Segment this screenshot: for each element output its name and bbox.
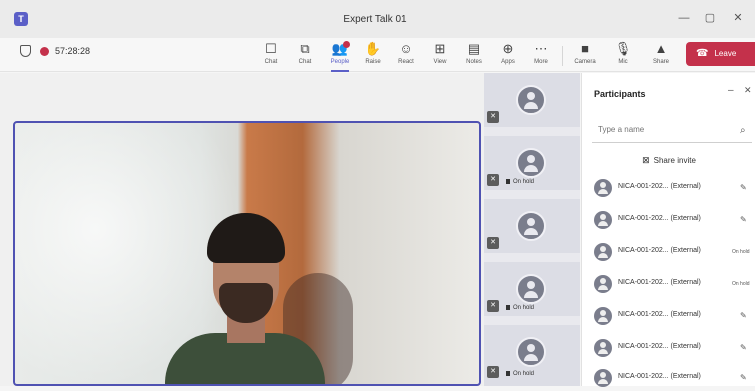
on-hold-label: On hold (506, 305, 534, 311)
view-icon: ⊞ (434, 41, 446, 56)
participant-status: ✎ (740, 373, 747, 382)
camera-icon: ■ (581, 41, 589, 56)
share-icon: ▲ (654, 41, 668, 56)
panel-close-icon[interactable]: ✕ (744, 85, 752, 96)
participant-row[interactable]: NICA-001-202... (External) ✎ (592, 209, 755, 233)
meeting-timer: 57:28:28 (55, 46, 91, 56)
panel-minimize-icon[interactable]: – (728, 85, 734, 96)
participant-tile[interactable]: ✕ (484, 73, 580, 131)
share-invite-button[interactable]: ⊠ Share invite (582, 155, 755, 166)
minimize-icon[interactable]: — (674, 10, 694, 26)
participant-status: On hold (732, 249, 750, 255)
on-hold-label: On hold (506, 371, 534, 377)
mic-off-icon: ✕ (487, 111, 499, 123)
mic-off-icon: ✕ (487, 174, 499, 186)
avatar-icon (516, 211, 546, 241)
toolbar-mic-button[interactable]: 🎙 Mic (608, 40, 638, 70)
mic-icon: 🎙 (614, 41, 632, 56)
participant-name: NICA-001-202... (External) (618, 215, 701, 222)
avatar-icon (594, 243, 612, 261)
search-input[interactable] (598, 125, 718, 134)
people-icon: 👥 (331, 41, 349, 56)
toolbar-share-button[interactable]: ▲ Share (646, 40, 676, 70)
close-icon[interactable]: ✕ (728, 10, 748, 26)
participant-video-person (165, 213, 353, 384)
participant-row[interactable]: NICA-001-202... (External) On hold (592, 273, 755, 297)
participant-name: NICA-001-202... (External) (618, 247, 701, 254)
avatar-icon (594, 275, 612, 293)
participant-tile[interactable]: ✕ (484, 199, 580, 257)
toolbar-divider (562, 46, 563, 66)
notification-badge (343, 41, 350, 48)
leave-button[interactable]: ☎ Leave (686, 42, 755, 66)
window-title: Expert Talk 01 (343, 14, 407, 25)
panel-title: Participants (594, 89, 646, 99)
avatar-icon (594, 211, 612, 229)
avatar-icon (516, 337, 546, 367)
more-icon: ⋯ (534, 41, 548, 56)
participant-status: ✎ (740, 183, 747, 192)
toolbar-raise-button[interactable]: ✋ Raise (358, 40, 388, 70)
toolbar-people-button[interactable]: 👥 People (325, 40, 355, 72)
avatar-icon (594, 369, 612, 387)
avatar-icon (594, 307, 612, 325)
chat-icon: ☐ (265, 41, 277, 56)
participant-tile[interactable]: ✕ On hold (484, 262, 580, 320)
participant-name: NICA-001-202... (External) (618, 373, 701, 380)
avatar-icon (516, 274, 546, 304)
toolbar-more-button[interactable]: ⋯ More (526, 40, 556, 70)
participant-status: On hold (732, 281, 750, 287)
mic-off-icon: ✕ (487, 237, 499, 249)
avatar-icon (594, 339, 612, 357)
mic-off-icon: ✕ (487, 300, 499, 312)
toolbar-apps-button[interactable]: ⊕ Apps (493, 40, 523, 70)
participant-row[interactable]: NICA-001-202... (External) ✎ (592, 337, 755, 361)
avatar-icon (594, 179, 612, 197)
participant-status: ✎ (740, 343, 747, 352)
toolbar-view-button[interactable]: ⊞ View (425, 40, 455, 70)
apps-icon: ⊕ (502, 41, 514, 56)
participants-panel: Participants – ✕ ⌕ ⊠Share invite NICA-00… (581, 73, 755, 387)
hand-icon: ✋ (364, 41, 382, 56)
participant-row[interactable]: NICA-001-202... (External) ✎ (592, 305, 755, 329)
avatar-icon (516, 85, 546, 115)
toolbar-chat-button[interactable]: ☐ Chat (256, 40, 286, 70)
main-video-feed[interactable] (13, 121, 481, 386)
participant-name: NICA-001-202... (External) (618, 183, 701, 190)
participant-tile[interactable]: ✕ On hold (484, 136, 580, 194)
recording-icon (40, 47, 49, 56)
on-hold-label: On hold (506, 179, 534, 185)
toolbar-react-button[interactable]: ☺ React (391, 40, 421, 70)
participant-name: NICA-001-202... (External) (618, 343, 701, 350)
participant-name: NICA-001-202... (External) (618, 279, 701, 286)
copy-icon: ⧉ (300, 41, 310, 56)
react-icon: ☺ (399, 41, 413, 56)
toolbar-notes-button[interactable]: ▤ Notes (459, 40, 489, 70)
participant-status: ✎ (740, 215, 747, 224)
toolbar-camera-button[interactable]: ■ Camera (570, 40, 600, 70)
phone-hangup-icon: ☎ (696, 48, 709, 59)
notes-icon: ▤ (467, 41, 481, 56)
search-icon[interactable]: ⌕ (740, 125, 746, 136)
participant-row[interactable]: NICA-001-202... (External) On hold (592, 241, 755, 265)
participant-tile[interactable]: ✕ On hold (484, 325, 580, 386)
teams-logo-icon: T (14, 12, 28, 26)
participant-name: NICA-001-202... (External) (618, 311, 701, 318)
toolbar-copy-button[interactable]: ⧉ Chat (290, 40, 320, 70)
shield-icon (20, 45, 31, 57)
participant-status: ✎ (740, 311, 747, 320)
participant-row[interactable]: NICA-001-202... (External) ✎ (592, 367, 755, 391)
participant-search[interactable]: ⌕ (592, 121, 752, 143)
share-invite-icon: ⊠ (642, 155, 650, 165)
maximize-icon[interactable]: ▢ (700, 10, 720, 26)
participant-row[interactable]: NICA-001-202... (External) ✎ (592, 177, 755, 201)
avatar-icon (516, 148, 546, 178)
mic-off-icon: ✕ (487, 366, 499, 378)
